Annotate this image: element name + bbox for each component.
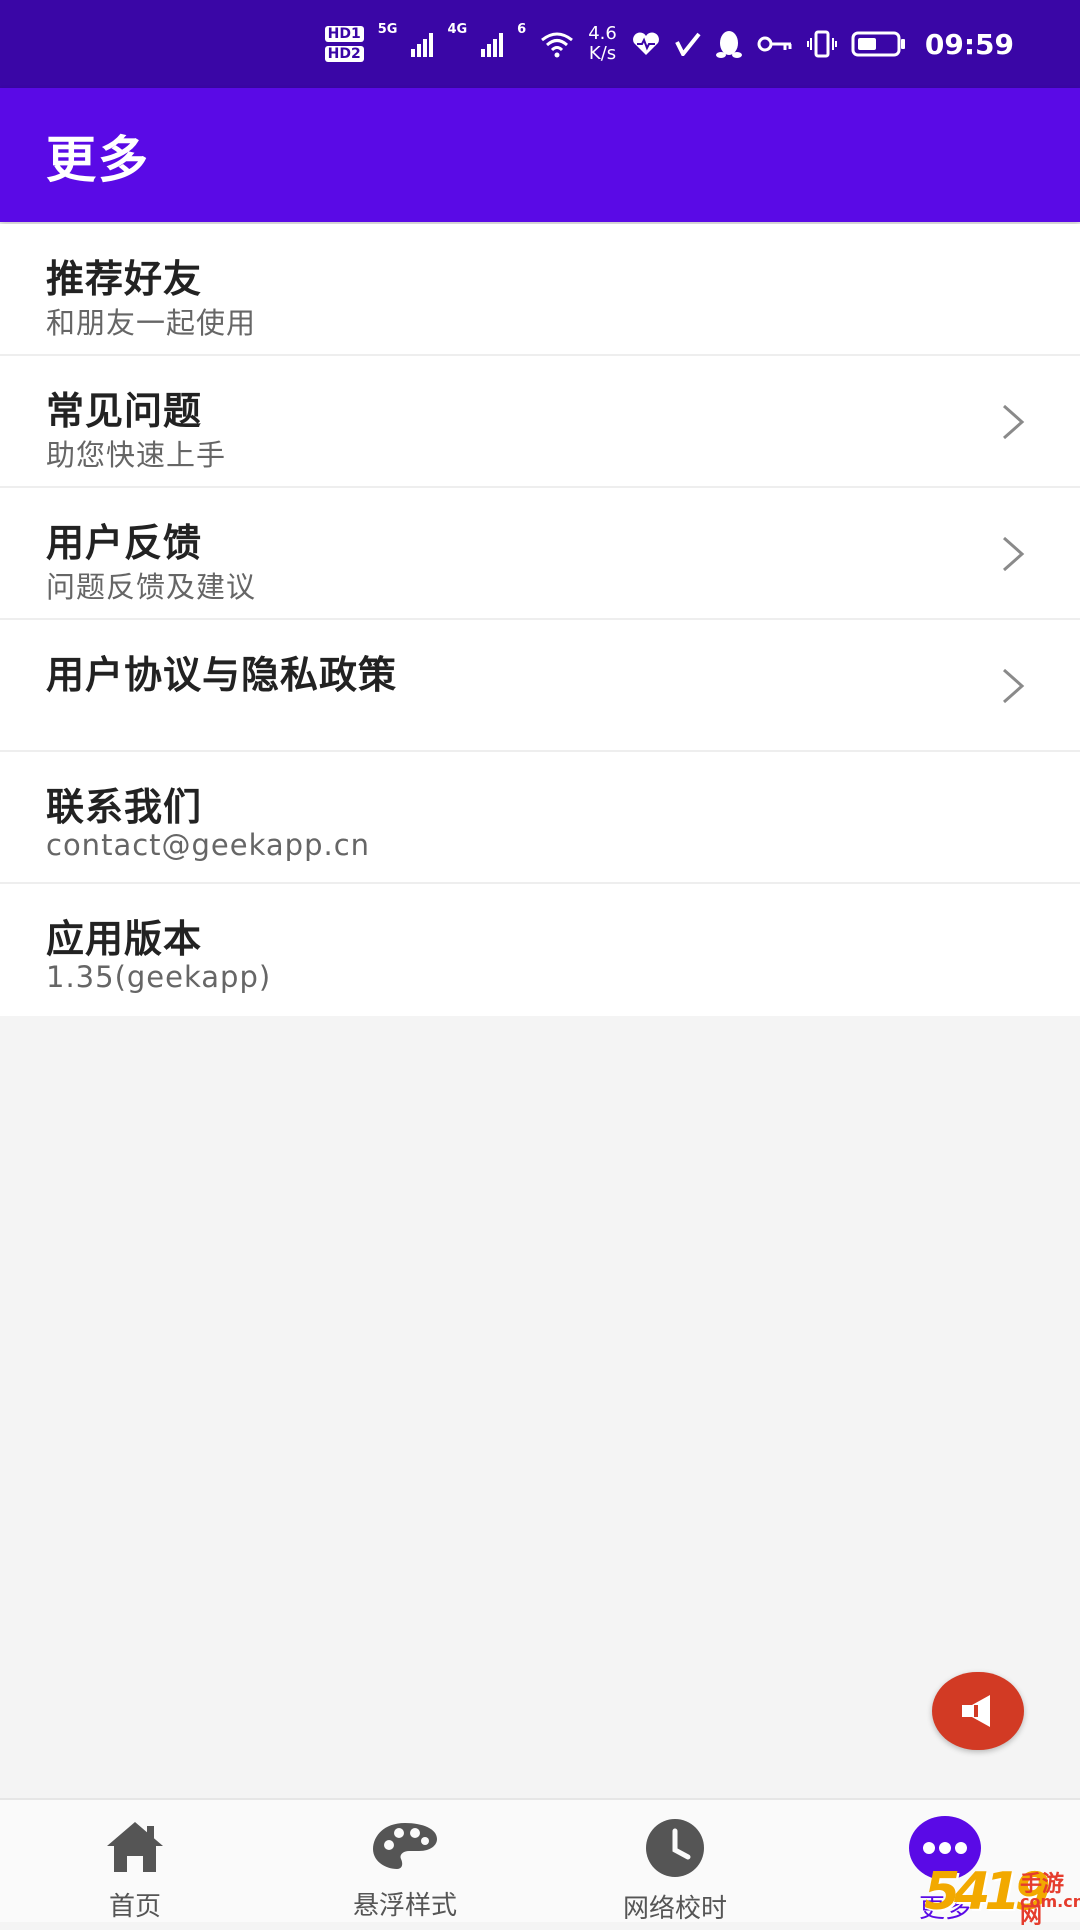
check-mark-icon (675, 32, 701, 56)
list-item-title: 常见问题 (46, 389, 203, 433)
vibrate-icon (806, 30, 837, 58)
app-version-value: 1.35(geekapp) (46, 960, 272, 994)
hd-indicators: HD1 HD2 (324, 26, 364, 62)
hd-1-badge: HD1 (324, 26, 364, 42)
clock-time: 09:59 (924, 27, 1014, 61)
chevron-right-icon (1003, 536, 1025, 572)
list-item-title: 推荐好友 (46, 257, 203, 301)
chevron-right-icon (1003, 668, 1025, 704)
nav-tab-home[interactable]: 首页 (0, 1800, 270, 1922)
list-item-subtitle: 和朋友一起使用 (46, 306, 257, 340)
list-item-app-version: 应用版本 1.35(geekapp) (0, 884, 1080, 1016)
page-title: 更多 (46, 131, 150, 189)
site-watermark-logo: 5419 手游网 com.cn (924, 1862, 1080, 1929)
status-icons: HD1 HD2 5G 4G 6 4.6 K/s 09:59 (324, 0, 1014, 88)
nav-label: 网络校时 (622, 1894, 727, 1924)
network-speed: 4.6 K/s (588, 23, 617, 64)
qq-penguin-icon (715, 31, 742, 58)
announcement-fab[interactable] (932, 1672, 1024, 1750)
heart-rate-icon (632, 32, 659, 55)
bottom-navigation: 首页 悬浮样式 网络校时 更多 (0, 1798, 1080, 1924)
signal-icon-1 (411, 31, 434, 57)
status-bar: HD1 HD2 5G 4G 6 4.6 K/s 09:59 (0, 0, 1080, 88)
palette-icon (369, 1818, 441, 1875)
nav-tab-float-style[interactable]: 悬浮样式 (270, 1800, 540, 1922)
list-item-title: 用户协议与隐私政策 (46, 653, 398, 697)
list-item-title: 用户反馈 (46, 521, 203, 565)
key-icon (757, 36, 792, 52)
settings-list: 推荐好友 和朋友一起使用 常见问题 助您快速上手 用户反馈 问题反馈及建议 用户… (0, 224, 1080, 1016)
contact-email: contact@geekapp.cn (46, 828, 371, 862)
list-item-subtitle: 问题反馈及建议 (46, 570, 257, 604)
list-item-title: 应用版本 (46, 917, 203, 961)
list-item-recommend-friends[interactable]: 推荐好友 和朋友一起使用 (0, 224, 1080, 356)
list-item-feedback[interactable]: 用户反馈 问题反馈及建议 (0, 488, 1080, 620)
battery-icon (851, 31, 905, 57)
list-item-title: 联系我们 (46, 785, 203, 829)
chevron-right-icon (1003, 404, 1025, 440)
megaphone-icon (962, 1695, 990, 1727)
nav-label: 悬浮样式 (352, 1891, 457, 1921)
nav-label: 首页 (108, 1892, 161, 1922)
wifi-gen-label: 6 (517, 22, 527, 37)
network-5g-label: 5G (377, 22, 398, 37)
watermark-url: com.cn (1020, 1892, 1080, 1911)
list-item-contact-us[interactable]: 联系我们 contact@geekapp.cn (0, 752, 1080, 884)
list-item-faq[interactable]: 常见问题 助您快速上手 (0, 356, 1080, 488)
signal-icon-2 (481, 31, 504, 57)
clock-icon (639, 1818, 711, 1878)
network-4g-label: 4G (447, 22, 468, 37)
app-bar: 更多 (0, 88, 1080, 222)
wifi-icon (541, 32, 574, 58)
nav-tab-network-time[interactable]: 网络校时 (540, 1800, 810, 1924)
list-item-subtitle: 助您快速上手 (46, 438, 227, 472)
list-item-agreement-privacy[interactable]: 用户协议与隐私政策 (0, 620, 1080, 752)
home-icon (99, 1818, 171, 1876)
hd-2-badge: HD2 (324, 46, 364, 62)
